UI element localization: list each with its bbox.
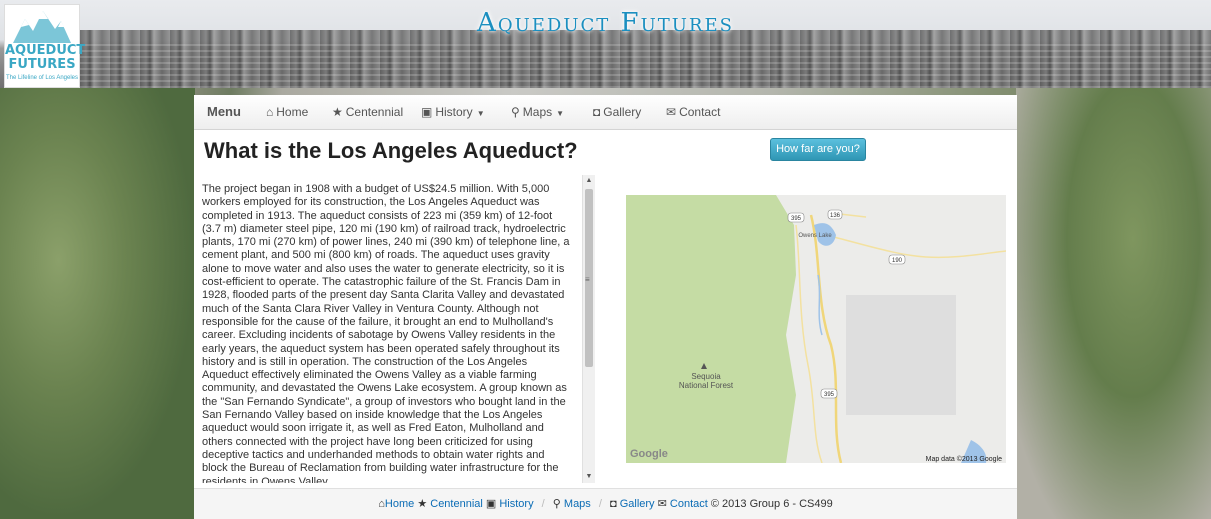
footer: ⌂Home ★ Centennial ▣ History / ⚲ Maps / …	[194, 488, 1017, 519]
camera-icon: ◘	[593, 105, 601, 119]
highway-190: 190	[892, 258, 903, 264]
caret-down-icon: ▼	[556, 109, 565, 118]
nav-centennial[interactable]: ★ Centennial	[332, 95, 403, 129]
star-icon: ★	[332, 105, 343, 119]
logo-line2: FUTURES	[8, 57, 76, 72]
how-far-button[interactable]: How far are you?	[770, 138, 866, 161]
caret-down-icon: ▼	[476, 109, 485, 118]
nav-gallery[interactable]: ◘ Gallery	[593, 95, 641, 129]
site-logo[interactable]: AQUEDUCT FUTURES The Lifeline of Los Ang…	[4, 4, 86, 88]
article-text: The project began in 1908 with a budget …	[202, 183, 570, 483]
highway-395-top: 395	[791, 216, 802, 222]
home-icon: ⌂	[378, 498, 385, 510]
map-label-forest-1: Sequoia	[691, 372, 721, 381]
footer-copyright: © 2013 Group 6 - CS499	[710, 498, 833, 510]
embedded-map[interactable]: Sequoia National Forest Owens Lake 395 1…	[626, 195, 1006, 463]
footer-link-history[interactable]: ▣ History	[486, 498, 534, 510]
scrollbar-grip-icon: ≡	[585, 275, 590, 284]
camera-icon: ◘	[610, 498, 620, 510]
map-canvas[interactable]: Sequoia National Forest Owens Lake 395 1…	[626, 195, 1006, 463]
envelope-icon: ✉	[657, 498, 670, 510]
nav-maps[interactable]: ⚲ Maps ▼	[511, 95, 564, 129]
map-label-lake: Owens Lake	[798, 233, 832, 239]
footer-divider: /	[541, 498, 545, 510]
footer-link-gallery[interactable]: ◘ Gallery	[610, 498, 655, 510]
map-attribution[interactable]: Map data ©2013 Google	[926, 455, 1002, 463]
footer-link-maps[interactable]: ⚲ Maps	[553, 498, 591, 510]
page-title: What is the Los Angeles Aqueduct?	[204, 138, 578, 163]
nav-contact[interactable]: ✉ Contact	[666, 95, 720, 129]
map-label-forest-2: National Forest	[679, 381, 734, 390]
footer-link-home[interactable]: ⌂Home	[378, 498, 414, 510]
highway-136: 136	[830, 213, 841, 219]
background-mountain-right	[1016, 88, 1211, 519]
main-panel: Menu ⌂ Home ★ Centennial ▣ History ▼ ⚲ Maps ▼ …	[194, 95, 1017, 519]
google-logo[interactable]: Google	[630, 448, 668, 460]
scroll-up-arrow-icon[interactable]: ▲	[583, 175, 595, 187]
navbar: Menu ⌂ Home ★ Centennial ▣ History ▼ ⚲ Maps ▼ …	[194, 95, 1017, 130]
map-marker-icon: ⚲	[552, 498, 564, 510]
nav-home[interactable]: ⌂ Home	[266, 95, 308, 129]
article-scroll-area[interactable]: The project began in 1908 with a budget …	[202, 183, 584, 483]
home-icon: ⌂	[266, 105, 274, 119]
background-mountain-left	[0, 88, 195, 519]
navbar-brand[interactable]: Menu	[207, 95, 241, 129]
logo-tagline: The Lifeline of Los Angeles	[5, 75, 79, 81]
highway-395-bottom: 395	[824, 392, 835, 398]
picture-icon: ▣	[421, 105, 433, 119]
star-icon: ★	[417, 498, 431, 510]
envelope-icon: ✉	[666, 105, 677, 119]
picture-icon: ▣	[485, 498, 500, 510]
mountain-logo-icon	[13, 11, 71, 43]
header-banner: Aqueduct Futures AQUEDUCT FUTURES The Li…	[0, 0, 1211, 88]
footer-divider: /	[598, 498, 602, 510]
map-marker-icon: ⚲	[511, 105, 520, 119]
article-scrollbar[interactable]: ▲ ≡ ▼	[582, 175, 595, 483]
logo-line1: AQUEDUCT	[5, 43, 86, 58]
footer-link-contact[interactable]: ✉ Contact	[658, 498, 708, 510]
scroll-down-arrow-icon[interactable]: ▼	[583, 471, 595, 483]
site-title: Aqueduct Futures	[477, 8, 734, 38]
nav-history[interactable]: ▣ History ▼	[421, 95, 485, 129]
footer-link-centennial[interactable]: ★ Centennial	[417, 498, 483, 510]
